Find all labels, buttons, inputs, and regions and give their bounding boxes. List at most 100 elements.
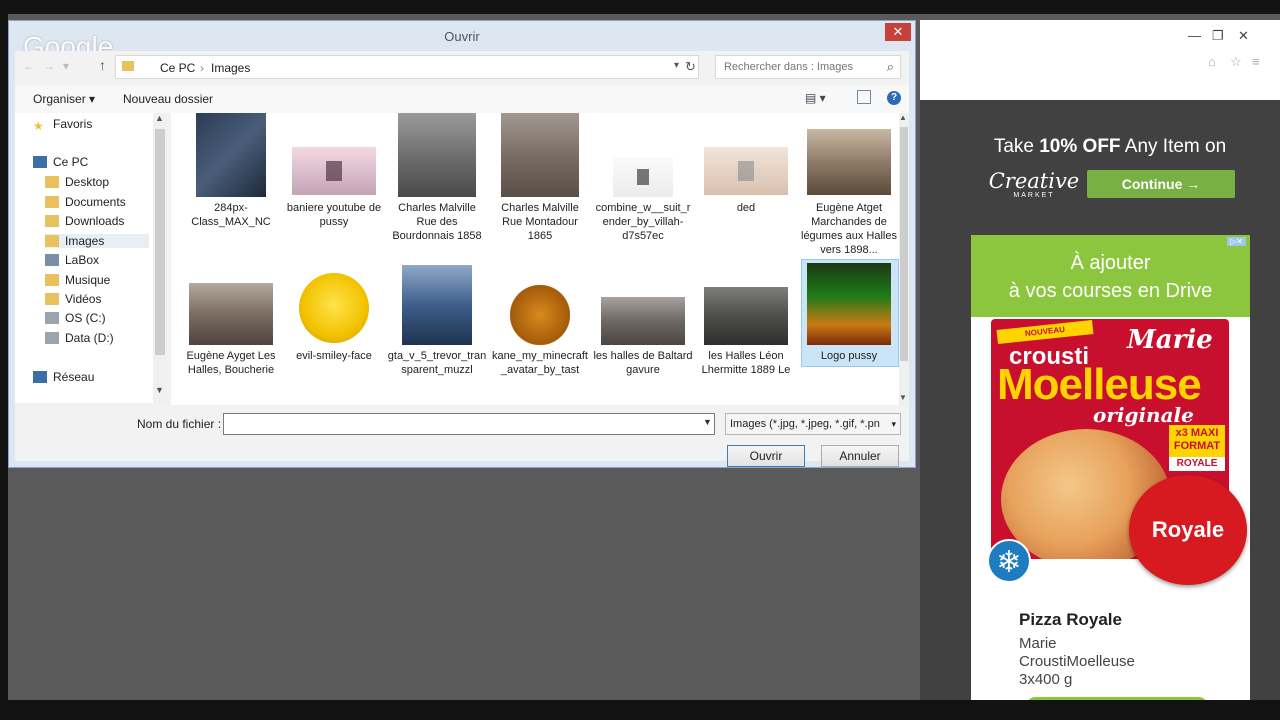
file-item[interactable]: 284px-Class_MAX_NC (185, 113, 285, 263)
network-folder-icon (45, 254, 59, 266)
new-folder-button[interactable]: Nouveau dossier (123, 92, 213, 106)
scroll-thumb[interactable] (155, 129, 165, 355)
file-item[interactable]: ded (700, 113, 800, 263)
folder-icon (45, 274, 59, 286)
search-placeholder: Rechercher dans : Images (724, 61, 854, 73)
nav-item-label: Favoris (53, 117, 93, 131)
ad-offer-text: Take 10% OFF Any Item on (993, 136, 1227, 157)
filename-label: Nom du fichier : (137, 417, 222, 431)
continue-button[interactable]: Continue → (1087, 170, 1235, 198)
nav-item-2[interactable]: Desktop (45, 175, 149, 189)
dialog-title: Ouvrir (444, 29, 480, 44)
scroll-down-icon[interactable]: ▼ (899, 393, 907, 402)
close-button[interactable]: ✕ (885, 23, 911, 41)
open-button[interactable]: Ouvrir (727, 445, 805, 467)
breadcrumb-separator[interactable]: › (200, 61, 204, 75)
file-item[interactable]: baniere youtube de pussy (287, 113, 388, 263)
nav-item-label: Images (65, 234, 105, 248)
close-window-icon[interactable]: ✕ (1238, 28, 1249, 44)
thumbnail-detail (637, 169, 649, 185)
refresh-icon[interactable]: ↻ (685, 59, 696, 75)
file-item[interactable]: kane_my_minecraft_avatar_by_tast (492, 263, 594, 413)
file-item[interactable]: Eugène Atget Marchandes de légumes aux H… (801, 113, 903, 263)
file-thumbnail (704, 287, 788, 345)
scroll-up-icon[interactable]: ▲ (155, 113, 164, 123)
adchoices-icon[interactable]: ▷✕ (1227, 237, 1246, 246)
file-name: les halles de Baltard gavure (593, 350, 693, 376)
file-name: les Halles Léon Lhermitte 1889 Le (701, 350, 791, 376)
headline-line1: À ajouter (1070, 252, 1151, 274)
back-forward-icons[interactable]: ←→▾ (23, 59, 77, 73)
format-badge: x3 MAXI FORMAT (1169, 425, 1225, 457)
folder-icon (122, 61, 134, 71)
dialog-toolbar: Organiser ▾ Nouveau dossier ▤ ▾ ? (15, 85, 909, 113)
file-item[interactable]: Charles Malville Rue Montadour 1865 (494, 113, 594, 263)
screen: — ❐ ✕ ⌂ ☆ ≡ Take 10% OFF Any Item on Cre… (8, 14, 1280, 700)
breadcrumb-images[interactable]: Images (211, 61, 250, 75)
chevron-down-icon[interactable]: ▾ (674, 60, 679, 71)
file-type-select[interactable]: Images (*.jpg, *.jpeg, *.gif, *.pn ▾ (725, 413, 901, 435)
view-options-icon[interactable]: ▤ ▾ (805, 91, 826, 105)
nav-item-0[interactable]: ★ Favoris (33, 117, 149, 133)
file-name: evil-smiley-face (296, 350, 372, 362)
help-icon[interactable]: ? (887, 91, 901, 105)
file-item[interactable]: Eugène Ayget Les Halles, Boucherie (185, 263, 285, 413)
folder-icon (45, 293, 59, 305)
filename-input[interactable] (223, 413, 715, 435)
nav-item-3[interactable]: Documents (45, 195, 149, 209)
search-input[interactable]: Rechercher dans : Images ⌕ (715, 55, 901, 79)
restore-icon[interactable]: ❐ (1212, 28, 1224, 44)
nav-item-1[interactable]: Ce PC (33, 155, 149, 169)
nav-item-label: Downloads (65, 214, 125, 228)
nav-item-11[interactable]: Réseau (33, 370, 149, 384)
nav-item-9[interactable]: OS (C:) (45, 311, 149, 325)
file-item[interactable]: Charles Malville Rue des Bourdonnais 185… (391, 113, 491, 263)
file-thumbnail (613, 157, 673, 197)
snowflake-icon: ❄ (987, 539, 1031, 583)
file-item[interactable]: evil-smiley-face (288, 263, 388, 413)
product-description: Marie CroustiMoelleuse 3x400 g (1019, 635, 1219, 689)
nav-item-10[interactable]: Data (D:) (45, 331, 149, 345)
dialog-body: ←→▾ ↑ Ce PC › Images ▾ ↻ Rechercher dans… (15, 51, 909, 467)
nav-item-7[interactable]: Musique (45, 273, 149, 287)
dialog-titlebar[interactable]: Google Ouvrir ✕ (9, 21, 915, 62)
chevron-down-icon[interactable]: ▼ (703, 417, 712, 427)
file-thumbnail (402, 265, 472, 345)
preview-pane-icon[interactable] (857, 90, 871, 104)
file-item[interactable]: combine_w__suit_render_by_villah-d7s57ec (596, 113, 697, 263)
file-thumbnail (807, 129, 891, 195)
breadcrumb-ce-pc[interactable]: Ce PC (160, 61, 195, 75)
folder-icon (45, 235, 59, 247)
nav-item-5[interactable]: Images (45, 234, 149, 248)
content-scrollbar[interactable]: ▲ ▼ (899, 113, 909, 405)
nav-scrollbar[interactable]: ▲ ▼ (153, 113, 167, 403)
scroll-thumb[interactable] (900, 127, 908, 361)
home-icon[interactable]: ⌂ (1208, 54, 1216, 69)
file-thumbnail (510, 285, 570, 345)
marie-pizza-ad[interactable]: À ajouter à vos courses en Drive ▷✕ NOUV… (971, 235, 1250, 700)
nav-item-4[interactable]: Downloads (45, 214, 149, 228)
organiser-button[interactable]: Organiser ▾ (33, 92, 95, 106)
creative-market-ad[interactable]: Take 10% OFF Any Item on Creative MARKET … (970, 114, 1250, 224)
desc-range: CroustiMoelleuse (1019, 653, 1135, 670)
thumbnail-detail (737, 161, 755, 181)
minimize-icon[interactable]: — (1188, 28, 1201, 43)
marie-logo: Marie (1127, 325, 1213, 355)
nav-item-6[interactable]: LaBox (45, 253, 149, 267)
file-item[interactable]: gta_v_5_trevor_transparent_muzzl (388, 263, 491, 413)
bookmark-star-icon[interactable]: ☆ (1230, 54, 1242, 70)
up-arrow-icon[interactable]: ↑ (99, 57, 106, 73)
menu-icon[interactable]: ≡ (1252, 54, 1260, 69)
nav-item-8[interactable]: Vidéos (45, 292, 149, 306)
star-icon: ★ (33, 119, 44, 133)
royale-tag: ROYALE (1169, 457, 1225, 471)
folder-icon (45, 176, 59, 188)
file-item[interactable]: les Halles Léon Lhermitte 1889 Le (700, 263, 800, 413)
file-item[interactable]: Logo pussy (801, 259, 903, 413)
scroll-up-icon[interactable]: ▲ (899, 113, 907, 122)
drive-icon (45, 312, 59, 324)
cancel-button[interactable]: Annuler (821, 445, 899, 467)
address-bar[interactable]: Ce PC › Images ▾ (115, 55, 699, 79)
scroll-down-icon[interactable]: ▼ (155, 385, 164, 395)
file-item[interactable]: les halles de Baltard gavure (593, 263, 697, 413)
